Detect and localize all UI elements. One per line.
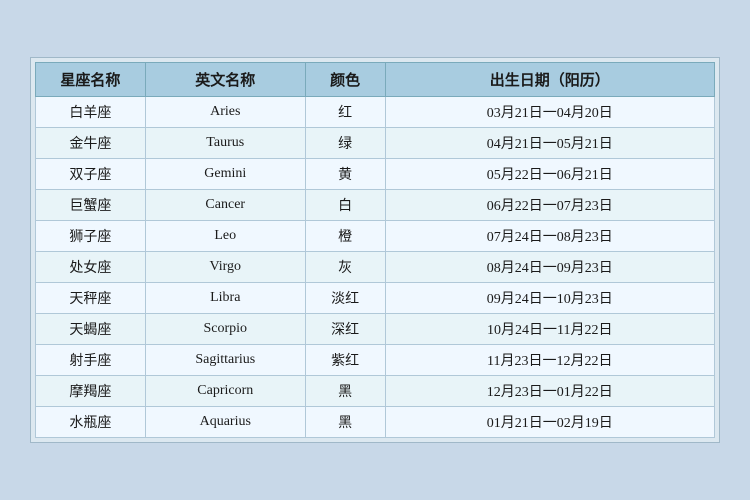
table-header-row: 星座名称 英文名称 颜色 出生日期（阳历） bbox=[36, 63, 715, 97]
zodiac-table: 星座名称 英文名称 颜色 出生日期（阳历） 白羊座Aries红03月21日一04… bbox=[35, 62, 715, 438]
cell-english: Cancer bbox=[145, 190, 305, 221]
cell-english: Leo bbox=[145, 221, 305, 252]
cell-color: 黄 bbox=[305, 159, 385, 190]
cell-english: Taurus bbox=[145, 128, 305, 159]
table-row: 白羊座Aries红03月21日一04月20日 bbox=[36, 97, 715, 128]
header-date: 出生日期（阳历） bbox=[385, 63, 714, 97]
table-row: 天蝎座Scorpio深红10月24日一11月22日 bbox=[36, 314, 715, 345]
cell-dates: 08月24日一09月23日 bbox=[385, 252, 714, 283]
table-row: 巨蟹座Cancer白06月22日一07月23日 bbox=[36, 190, 715, 221]
cell-color: 绿 bbox=[305, 128, 385, 159]
header-color: 颜色 bbox=[305, 63, 385, 97]
table-row: 处女座Virgo灰08月24日一09月23日 bbox=[36, 252, 715, 283]
header-chinese: 星座名称 bbox=[36, 63, 146, 97]
cell-dates: 07月24日一08月23日 bbox=[385, 221, 714, 252]
cell-chinese: 巨蟹座 bbox=[36, 190, 146, 221]
header-english: 英文名称 bbox=[145, 63, 305, 97]
cell-color: 红 bbox=[305, 97, 385, 128]
cell-english: Scorpio bbox=[145, 314, 305, 345]
cell-chinese: 摩羯座 bbox=[36, 376, 146, 407]
cell-chinese: 处女座 bbox=[36, 252, 146, 283]
cell-color: 淡红 bbox=[305, 283, 385, 314]
cell-english: Aquarius bbox=[145, 407, 305, 438]
cell-chinese: 双子座 bbox=[36, 159, 146, 190]
cell-dates: 12月23日一01月22日 bbox=[385, 376, 714, 407]
cell-english: Gemini bbox=[145, 159, 305, 190]
table-row: 金牛座Taurus绿04月21日一05月21日 bbox=[36, 128, 715, 159]
cell-dates: 06月22日一07月23日 bbox=[385, 190, 714, 221]
table-row: 狮子座Leo橙07月24日一08月23日 bbox=[36, 221, 715, 252]
cell-english: Aries bbox=[145, 97, 305, 128]
cell-english: Virgo bbox=[145, 252, 305, 283]
table-row: 摩羯座Capricorn黑12月23日一01月22日 bbox=[36, 376, 715, 407]
table-row: 水瓶座Aquarius黑01月21日一02月19日 bbox=[36, 407, 715, 438]
cell-dates: 11月23日一12月22日 bbox=[385, 345, 714, 376]
cell-color: 灰 bbox=[305, 252, 385, 283]
cell-chinese: 天秤座 bbox=[36, 283, 146, 314]
cell-dates: 04月21日一05月21日 bbox=[385, 128, 714, 159]
cell-chinese: 白羊座 bbox=[36, 97, 146, 128]
cell-chinese: 金牛座 bbox=[36, 128, 146, 159]
cell-chinese: 天蝎座 bbox=[36, 314, 146, 345]
cell-color: 深红 bbox=[305, 314, 385, 345]
cell-dates: 10月24日一11月22日 bbox=[385, 314, 714, 345]
table-row: 射手座Sagittarius紫红11月23日一12月22日 bbox=[36, 345, 715, 376]
cell-chinese: 水瓶座 bbox=[36, 407, 146, 438]
cell-color: 橙 bbox=[305, 221, 385, 252]
cell-color: 紫红 bbox=[305, 345, 385, 376]
cell-english: Libra bbox=[145, 283, 305, 314]
cell-chinese: 狮子座 bbox=[36, 221, 146, 252]
cell-chinese: 射手座 bbox=[36, 345, 146, 376]
cell-english: Sagittarius bbox=[145, 345, 305, 376]
zodiac-table-container: 星座名称 英文名称 颜色 出生日期（阳历） 白羊座Aries红03月21日一04… bbox=[30, 57, 720, 443]
cell-dates: 05月22日一06月21日 bbox=[385, 159, 714, 190]
cell-dates: 09月24日一10月23日 bbox=[385, 283, 714, 314]
table-row: 双子座Gemini黄05月22日一06月21日 bbox=[36, 159, 715, 190]
cell-dates: 03月21日一04月20日 bbox=[385, 97, 714, 128]
cell-english: Capricorn bbox=[145, 376, 305, 407]
cell-color: 黑 bbox=[305, 376, 385, 407]
cell-color: 白 bbox=[305, 190, 385, 221]
cell-color: 黑 bbox=[305, 407, 385, 438]
cell-dates: 01月21日一02月19日 bbox=[385, 407, 714, 438]
table-row: 天秤座Libra淡红09月24日一10月23日 bbox=[36, 283, 715, 314]
